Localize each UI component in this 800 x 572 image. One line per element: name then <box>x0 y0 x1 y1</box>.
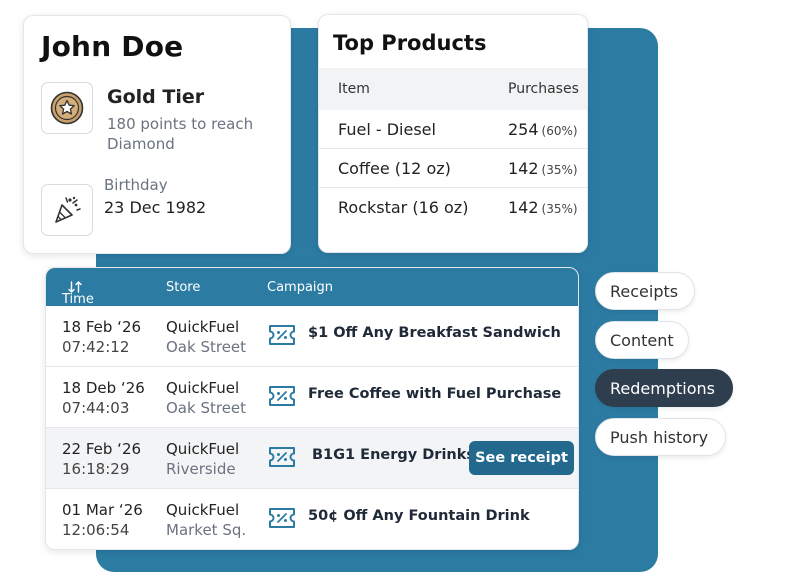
redemption-date: 01 Mar ‘26 <box>62 501 143 519</box>
coupon-icon <box>269 508 295 528</box>
product-row: Fuel - Diesel 254 (60%) <box>319 110 587 149</box>
redemption-time: 07:44:03 <box>62 399 130 417</box>
tab-content[interactable]: Content <box>595 321 689 359</box>
store-location: Oak Street <box>166 338 247 356</box>
store-name: QuickFuel <box>166 440 240 458</box>
store-name: QuickFuel <box>166 501 240 519</box>
purchase-percent: (35%) <box>541 163 578 177</box>
campaign-name: B1G1 Energy Drinks <box>312 447 476 463</box>
campaign-name: $1 Off Any Breakfast Sandwich <box>308 325 561 341</box>
purchase-count: 254 <box>508 120 539 139</box>
coupon-icon <box>269 447 295 467</box>
product-name: Coffee (12 oz) <box>338 159 451 178</box>
birthday-value: 23 Dec 1982 <box>104 198 207 217</box>
redemption-date: 18 Deb ‘26 <box>62 379 145 397</box>
store-location: Oak Street <box>166 399 247 417</box>
top-products-card: Top Products Item Purchases Fuel - Diese… <box>318 14 588 253</box>
tab-redemptions[interactable]: Redemptions <box>595 369 733 407</box>
purchase-count: 142 <box>508 159 539 178</box>
star-badge-icon <box>50 91 84 125</box>
tier-progress-text: 180 points to reach Diamond <box>107 115 254 153</box>
coupon-icon <box>269 386 295 406</box>
product-purchases: 142 (35%) <box>508 159 578 178</box>
table-row[interactable]: 22 Feb ‘26 16:18:29 QuickFuel Riverside … <box>46 428 578 489</box>
redemption-date: 18 Feb ‘26 <box>62 318 142 336</box>
profile-card: John Doe Gold Tier 180 points to reach D… <box>23 15 291 254</box>
campaign-name: Free Coffee with Fuel Purchase <box>308 386 562 402</box>
tab-receipts[interactable]: Receipts <box>595 272 695 310</box>
campaign-name: 50¢ Off Any Fountain Drink <box>308 508 530 524</box>
redemption-date: 22 Feb ‘26 <box>62 440 142 458</box>
store-column-header: Store <box>166 280 201 295</box>
birthday-badge <box>41 184 93 236</box>
time-column-header[interactable]: Time <box>62 280 94 307</box>
store-name: QuickFuel <box>166 379 240 397</box>
tab-push-history[interactable]: Push history <box>595 418 726 456</box>
product-name: Rockstar (16 oz) <box>338 198 469 217</box>
product-purchases: 254 (60%) <box>508 120 578 139</box>
table-row[interactable]: 18 Deb ‘26 07:44:03 QuickFuel Oak Street… <box>46 367 578 428</box>
redemption-time: 16:18:29 <box>62 460 130 478</box>
coupon-icon <box>269 325 295 345</box>
redemptions-table-header: Time Store Campaign <box>46 268 578 307</box>
product-row: Rockstar (16 oz) 142 (35%) <box>319 188 587 227</box>
time-header-label: Time <box>62 292 94 307</box>
redemption-time: 07:42:12 <box>62 338 130 356</box>
product-purchases: 142 (35%) <box>508 198 578 217</box>
party-popper-icon <box>55 196 81 223</box>
product-row: Coffee (12 oz) 142 (35%) <box>319 149 587 188</box>
customer-name: John Doe <box>41 30 184 63</box>
item-column-header: Item <box>338 81 370 97</box>
purchase-count: 142 <box>508 198 539 217</box>
purchase-percent: (35%) <box>541 202 578 216</box>
birthday-label: Birthday <box>104 176 168 194</box>
campaign-column-header: Campaign <box>267 280 334 295</box>
purchase-percent: (60%) <box>541 124 578 138</box>
purchases-column-header: Purchases <box>508 81 579 97</box>
store-name: QuickFuel <box>166 318 240 336</box>
top-products-header: Item Purchases <box>319 68 587 110</box>
redemptions-table: Time Store Campaign 18 Feb ‘26 07:42:12 … <box>45 267 579 550</box>
tier-badge <box>41 82 93 134</box>
table-row[interactable]: 18 Feb ‘26 07:42:12 QuickFuel Oak Street… <box>46 306 578 367</box>
redemption-time: 12:06:54 <box>62 521 130 539</box>
tier-title: Gold Tier <box>107 86 205 108</box>
product-name: Fuel - Diesel <box>338 120 436 139</box>
store-location: Market Sq. <box>166 521 247 539</box>
store-location: Riverside <box>166 460 236 478</box>
table-row[interactable]: 01 Mar ‘26 12:06:54 QuickFuel Market Sq.… <box>46 489 578 549</box>
see-receipt-button[interactable]: See receipt <box>469 441 574 475</box>
top-products-title: Top Products <box>333 31 487 55</box>
